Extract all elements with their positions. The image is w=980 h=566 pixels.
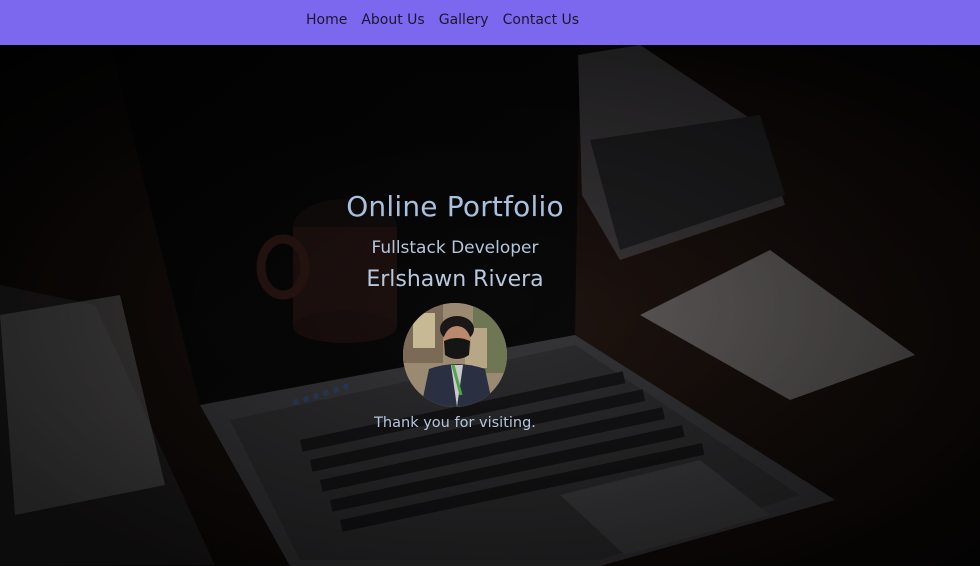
avatar: [403, 303, 507, 407]
hero-background: [0, 45, 980, 566]
nav-gallery-link[interactable]: Gallery: [439, 12, 489, 28]
nav-contact-link[interactable]: Contact Us: [503, 12, 579, 28]
person-name: Erlshawn Rivera: [366, 267, 544, 292]
laptop-desk-photo: [0, 45, 980, 566]
nav-about-link[interactable]: About Us: [361, 12, 424, 28]
nav-home-link[interactable]: Home: [306, 12, 347, 28]
thank-you-message: Thank you for visiting.: [374, 415, 536, 431]
job-title: Fullstack Developer: [371, 238, 539, 258]
nav-links: Home About Us Gallery Contact Us: [306, 12, 593, 28]
navbar: Home About Us Gallery Contact Us: [0, 0, 980, 45]
page-title: Online Portfolio: [346, 190, 564, 223]
